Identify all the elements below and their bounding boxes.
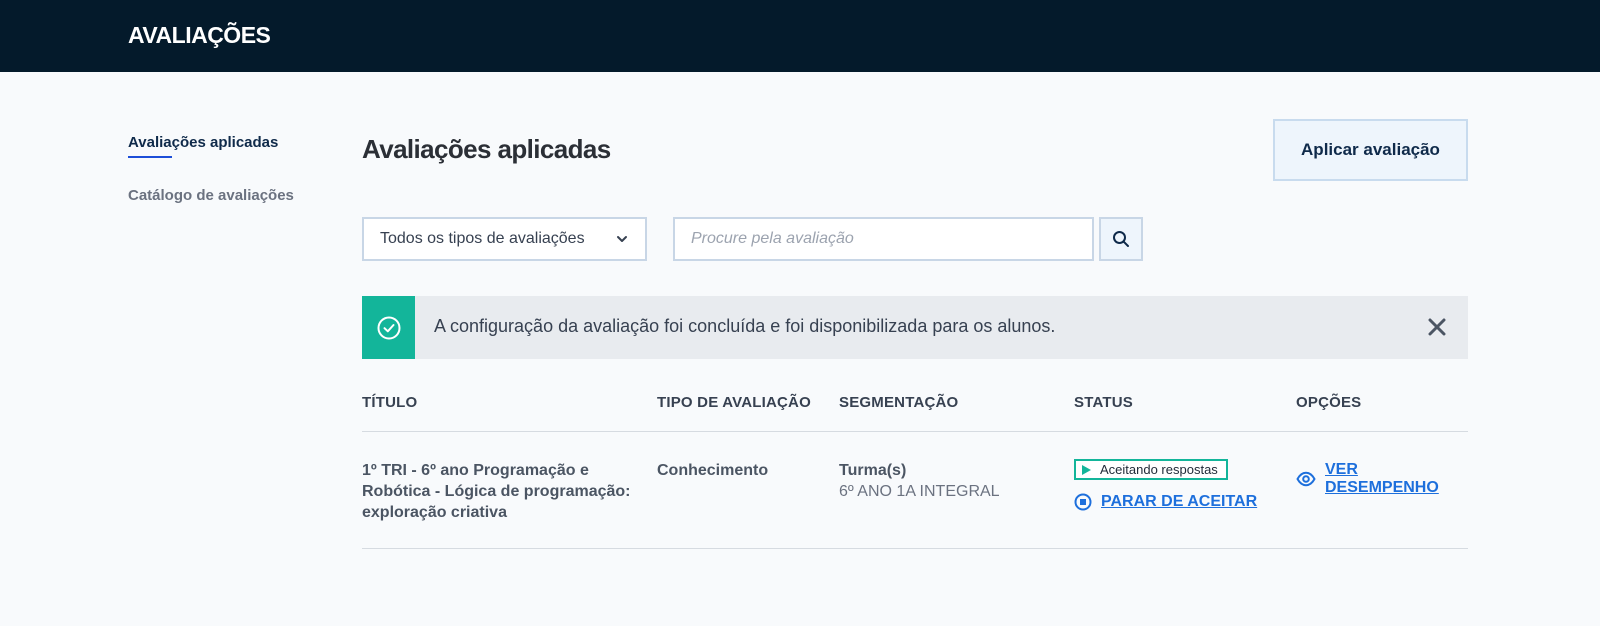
column-header-options: OPÇÕES	[1296, 394, 1362, 411]
play-icon	[1082, 464, 1091, 475]
segmentation-type: Turma(s)	[839, 462, 907, 479]
sidebar-item-label: Catálogo de avaliações	[128, 187, 294, 204]
sidebar-item-catalogo[interactable]: Catálogo de avaliações	[128, 187, 328, 204]
top-bar: AVALIAÇÕES	[0, 0, 1600, 72]
search-icon	[1113, 231, 1129, 247]
select-value: Todos os tipos de avaliações	[380, 230, 585, 247]
column-header-segmentation: SEGMENTAÇÃO	[839, 394, 959, 411]
alert-icon-box	[362, 296, 415, 359]
assessment-type: Conhecimento	[657, 462, 769, 479]
assessment-type-select[interactable]: Todos os tipos de avaliações	[362, 217, 647, 261]
column-header-status: STATUS	[1074, 394, 1133, 411]
assessment-title: 1º TRI - 6º ano Programação e Robótica -…	[362, 462, 631, 521]
table-row: 1º TRI - 6º ano Programação e Robótica -…	[362, 432, 1468, 549]
view-performance-link[interactable]: VER DESEMPENHO	[1296, 461, 1468, 497]
chevron-down-icon	[617, 236, 627, 242]
column-header-type: TIPO DE AVALIAÇÃO	[657, 394, 811, 411]
table-header: TÍTULO TIPO DE AVALIAÇÃO SEGMENTAÇÃO STA…	[362, 380, 1468, 432]
stop-circle-icon	[1074, 493, 1092, 511]
sidebar-item-avaliacoes-aplicadas[interactable]: Avaliações aplicadas	[128, 134, 328, 158]
segmentation-class: 6º ANO 1A INTEGRAL	[839, 483, 1000, 500]
assessments-table: TÍTULO TIPO DE AVALIAÇÃO SEGMENTAÇÃO STA…	[362, 380, 1468, 549]
app-title: AVALIAÇÕES	[128, 22, 271, 48]
check-circle-icon	[377, 316, 400, 339]
column-header-title: TÍTULO	[362, 394, 418, 411]
stop-accepting-label: PARAR DE ACEITAR	[1101, 493, 1258, 510]
close-alert-button[interactable]	[1426, 316, 1448, 338]
search-button[interactable]	[1099, 217, 1143, 261]
search-input[interactable]	[673, 217, 1094, 261]
status-label: Aceitando respostas	[1100, 462, 1218, 477]
active-indicator	[128, 156, 172, 158]
sidebar-item-label: Avaliações aplicadas	[128, 134, 279, 151]
page-title: Avaliações aplicadas	[362, 134, 611, 164]
assessment-segmentation: Turma(s) 6º ANO 1A INTEGRAL	[839, 460, 1000, 502]
close-icon	[1428, 318, 1446, 336]
sidebar: Avaliações aplicadas Catálogo de avaliaç…	[128, 134, 328, 204]
eye-icon	[1296, 471, 1316, 487]
alert-message: A configuração da avaliação foi concluíd…	[434, 316, 1056, 336]
apply-assessment-button[interactable]: Aplicar avaliação	[1273, 119, 1468, 181]
view-performance-label: VER DESEMPENHO	[1325, 461, 1439, 496]
stop-accepting-link[interactable]: PARAR DE ACEITAR	[1074, 493, 1257, 511]
success-alert: A configuração da avaliação foi concluíd…	[362, 296, 1468, 359]
status-badge: Aceitando respostas	[1074, 459, 1228, 480]
